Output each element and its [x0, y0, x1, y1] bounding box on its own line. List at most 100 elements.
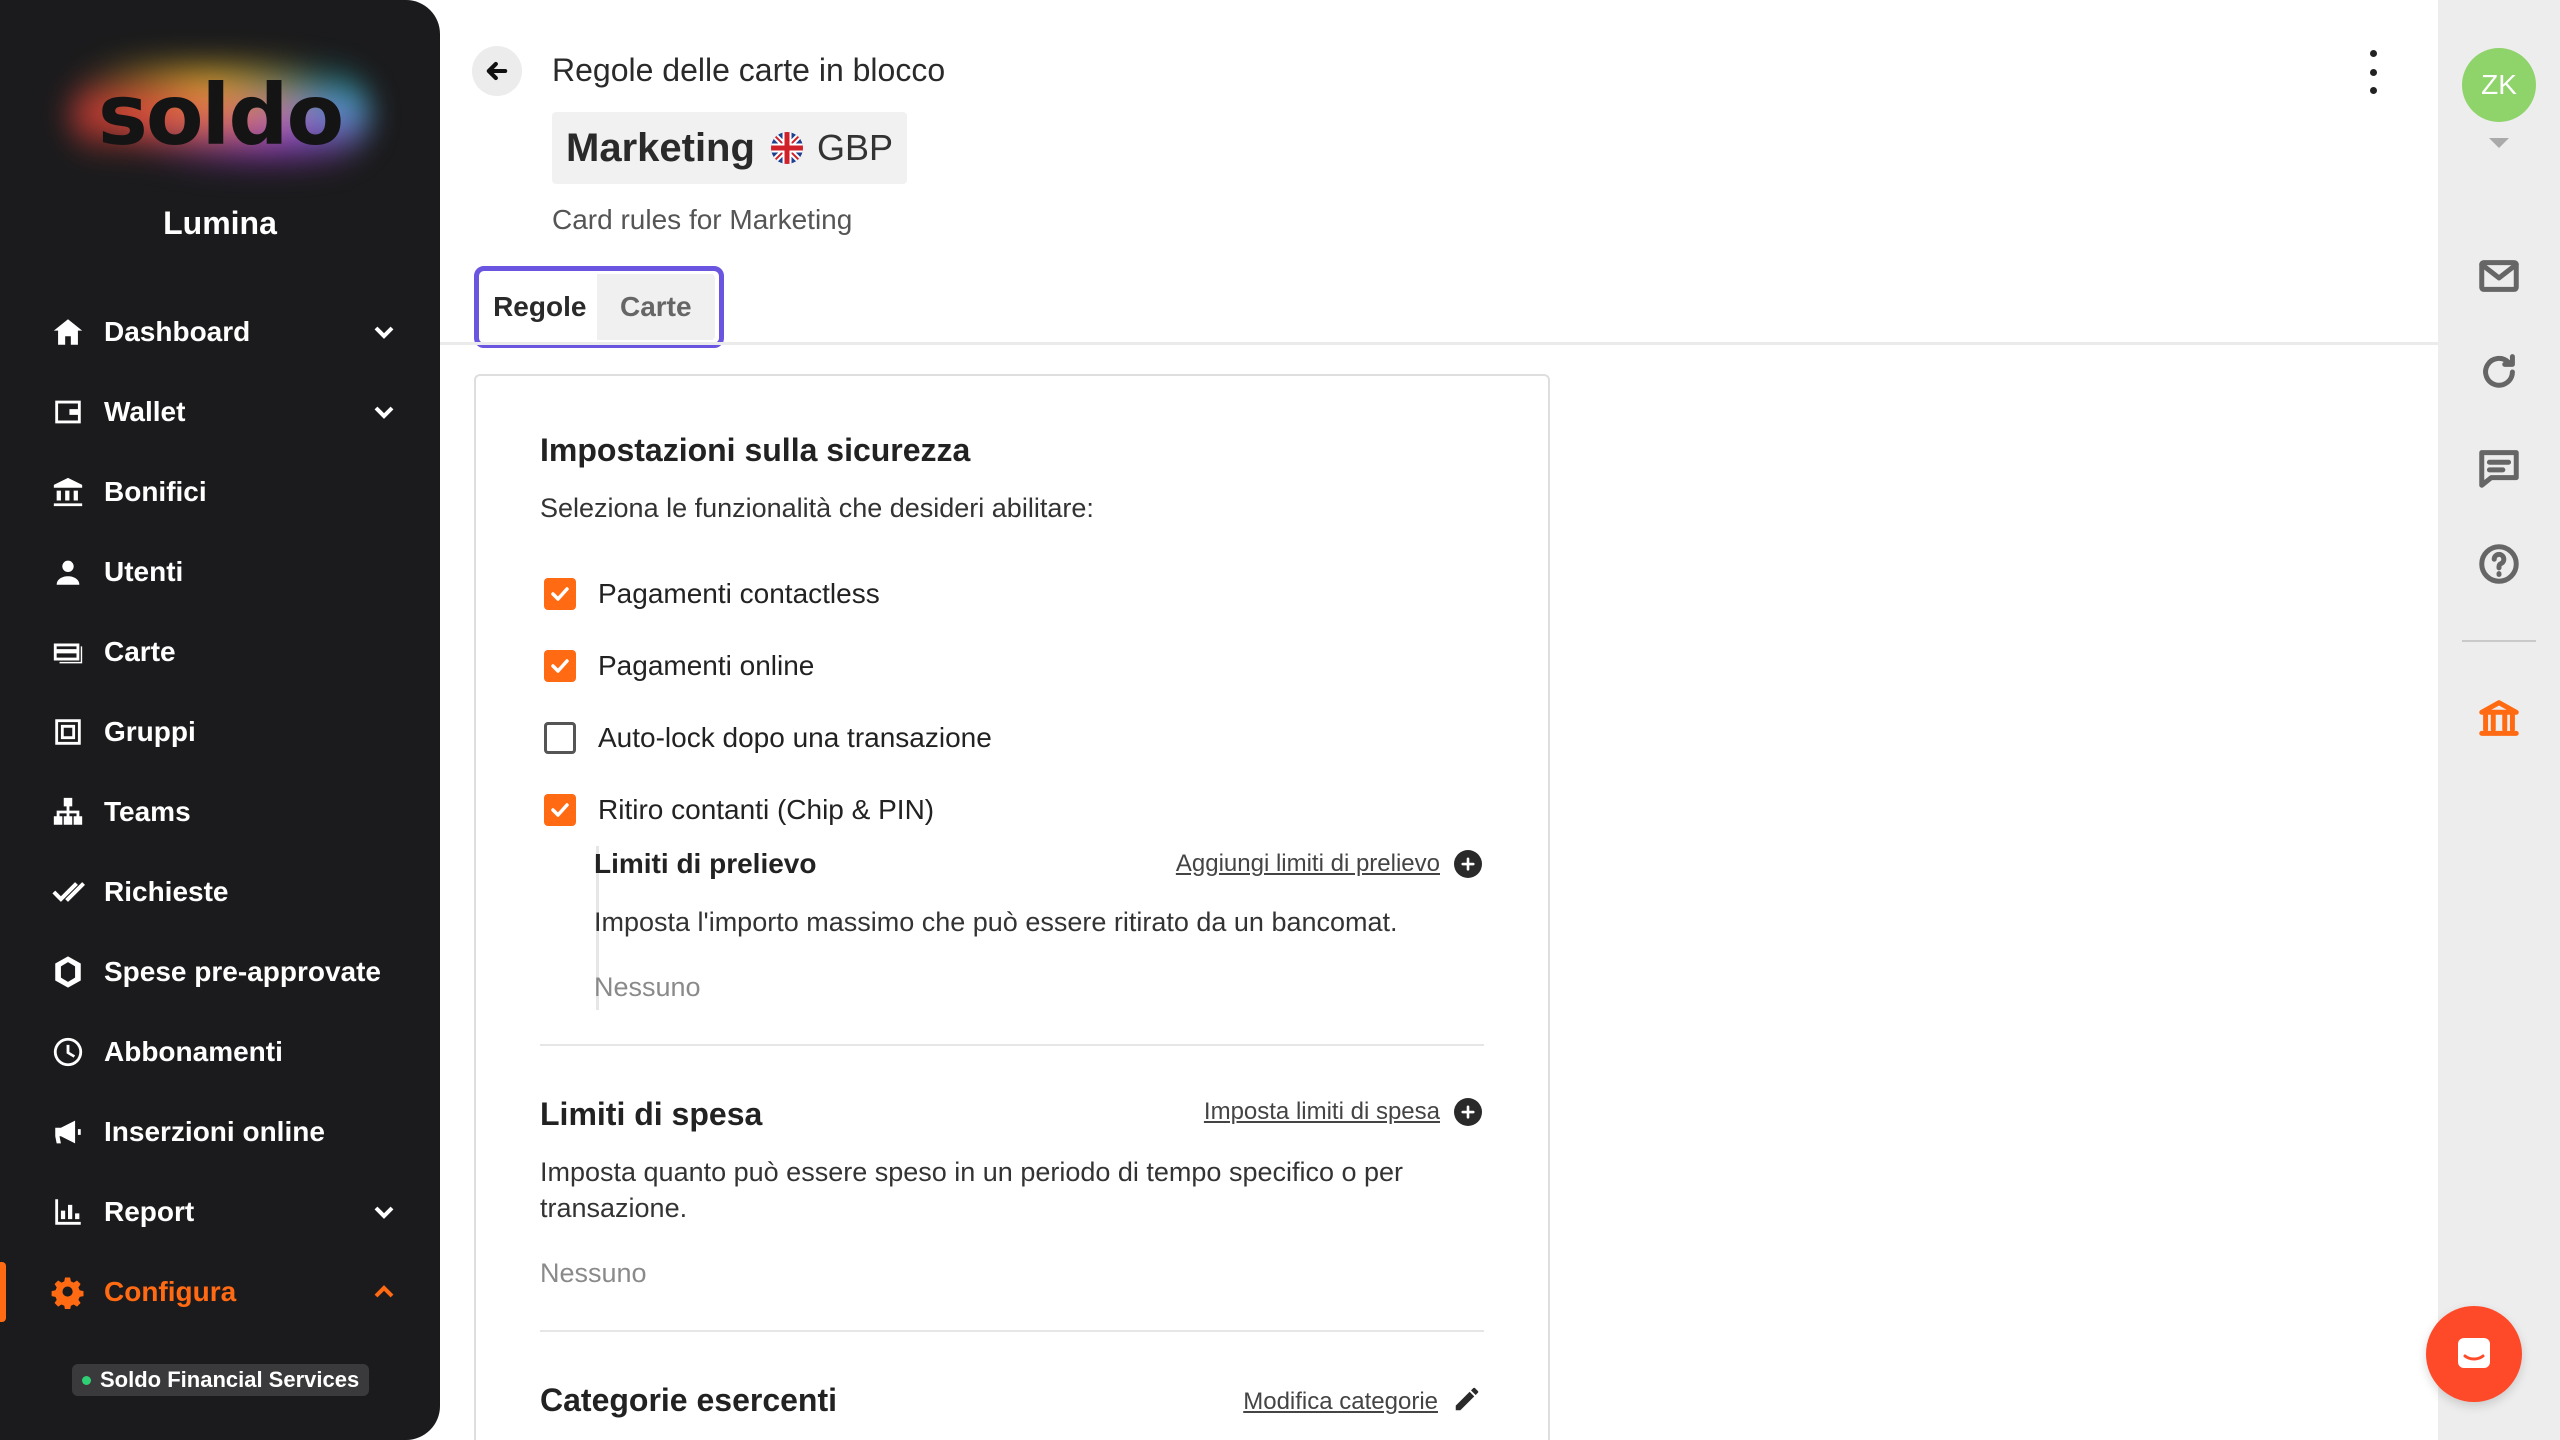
option-cash-withdrawal[interactable]: Ritiro contanti (Chip & PIN) [544, 790, 934, 830]
security-settings-title: Impostazioni sulla sicurezza [540, 432, 971, 468]
sidebar-item-label: Bonifici [104, 476, 207, 507]
withdrawal-limits-title: Limiti di prelievo [594, 848, 817, 879]
arrow-left-icon [486, 61, 508, 81]
wallet-icon [50, 394, 86, 430]
spend-limits-description: Imposta quanto può essere speso in un pe… [540, 1157, 1404, 1223]
messenger-icon [2458, 1338, 2490, 1368]
check-icon [551, 587, 569, 601]
main-content: Regole delle carte in blocco Marketing G… [440, 0, 2438, 1440]
check-icon [551, 659, 569, 673]
sidebar-item-bonifici[interactable]: Bonifici [0, 452, 440, 532]
chevron-down-icon[interactable] [368, 1196, 400, 1228]
sidebar-item-inserzioni-online[interactable]: Inserzioni online [0, 1092, 440, 1172]
sidebar-item-label: Spese pre-approvate [104, 956, 381, 987]
option-label: Ritiro contanti (Chip & PIN) [598, 794, 935, 825]
option-auto-lock[interactable]: Auto-lock dopo una transazione [544, 718, 992, 758]
card-icon [50, 634, 86, 670]
tab-bar: Regole Carte [474, 266, 724, 348]
add-withdrawal-limits-link[interactable]: Aggiungi limiti di prelievo [1176, 850, 1482, 878]
sidebar-item-label: Report [104, 1196, 195, 1227]
spend-limits-value: Nessuno [540, 1258, 647, 1288]
shield-icon [50, 954, 86, 990]
chat-icon[interactable] [2475, 444, 2523, 492]
sidebar-item-utenti[interactable]: Utenti [0, 532, 440, 612]
chevron-down-icon[interactable] [368, 396, 400, 428]
checkbox-checked[interactable] [544, 650, 576, 682]
entity-name: Marketing [566, 125, 755, 170]
tab-carte[interactable]: Carte [596, 274, 715, 340]
sidebar-item-label: Configura [104, 1276, 237, 1307]
gear-icon [50, 1274, 86, 1310]
set-spend-limits-text[interactable]: Imposta limiti di spesa [1204, 1098, 1440, 1126]
rail-divider [2462, 640, 2536, 642]
sidebar-item-label: Inserzioni online [104, 1116, 325, 1147]
section-divider [540, 1044, 1484, 1046]
sidebar-item-label: Carte [104, 636, 176, 667]
pencil-icon[interactable] [1452, 1384, 1482, 1419]
option-online-payments[interactable]: Pagamenti online [544, 646, 814, 686]
dot-icon [2369, 87, 2377, 94]
refresh-icon[interactable] [2475, 348, 2523, 396]
chevron-down-icon[interactable] [368, 316, 400, 348]
checkbox-checked[interactable] [544, 578, 576, 610]
entity-chip: Marketing GBP [552, 112, 907, 184]
user-icon [50, 554, 86, 590]
chevron-up-icon[interactable] [368, 1276, 400, 1308]
sidebar-item-label: Utenti [104, 556, 184, 587]
page-title: Regole delle carte in blocco [552, 52, 946, 88]
plus-circle-icon[interactable] [1454, 850, 1482, 878]
checkbox-unchecked[interactable] [544, 722, 576, 754]
mail-icon[interactable] [2475, 252, 2523, 300]
sidebar-item-label: Abbonamenti [104, 1036, 283, 1067]
support-chat-button[interactable] [2426, 1306, 2522, 1402]
sidebar-item-label: Teams [104, 796, 191, 827]
groups-icon [50, 714, 86, 750]
withdrawal-limits-description: Imposta l'importo massimo che può essere… [594, 907, 1398, 937]
help-icon[interactable] [2475, 540, 2523, 588]
sidebar-item-label: Dashboard [104, 316, 251, 347]
add-withdrawal-limits-text[interactable]: Aggiungi limiti di prelievo [1176, 850, 1440, 878]
sidebar-item-dashboard[interactable]: Dashboard [0, 292, 440, 372]
sidebar-item-report[interactable]: Report [0, 1172, 440, 1252]
withdrawal-limits-value: Nessuno [594, 972, 701, 1002]
page-subtitle: Card rules for Marketing [552, 204, 853, 235]
security-settings-description: Seleziona le funzionalità che desideri a… [540, 493, 1094, 523]
sidebar-item-gruppi[interactable]: Gruppi [0, 692, 440, 772]
dot-icon [2369, 50, 2377, 57]
option-contactless[interactable]: Pagamenti contactless [544, 574, 880, 614]
tab-regole[interactable]: Regole [483, 274, 597, 340]
edit-categories-text[interactable]: Modifica categorie [1243, 1388, 1438, 1416]
uk-flag-icon [770, 132, 803, 164]
sidebar-item-configura[interactable]: Configura [0, 1252, 440, 1332]
user-avatar[interactable]: ZK [2462, 48, 2536, 122]
plus-circle-icon[interactable] [1454, 1098, 1482, 1126]
logo-text: soldo [97, 66, 344, 164]
spend-limits-title: Limiti di spesa [540, 1096, 763, 1132]
option-label: Auto-lock dopo una transazione [598, 722, 992, 753]
section-divider [540, 1330, 1484, 1332]
sidebar-item-abbonamenti[interactable]: Abbonamenti [0, 1012, 440, 1092]
sidebar-item-label: Gruppi [104, 716, 196, 747]
check-icon [551, 803, 569, 817]
sidebar-item-teams[interactable]: Teams [0, 772, 440, 852]
back-button[interactable] [472, 46, 522, 96]
checkbox-checked[interactable] [544, 794, 576, 826]
sidebar: soldo Lumina Dashboard Wallet Bonifici U… [0, 0, 440, 1440]
double-check-icon [50, 874, 86, 910]
merchant-categories-title: Categorie esercenti [540, 1382, 838, 1418]
sidebar-item-richieste[interactable]: Richieste [0, 852, 440, 932]
rules-card: Impostazioni sulla sicurezza Seleziona l… [474, 374, 1550, 1440]
soldo-logo[interactable]: soldo [0, 60, 440, 170]
chart-icon [50, 1194, 86, 1230]
more-options-button[interactable] [2358, 50, 2388, 94]
caret-down-icon[interactable] [2489, 138, 2509, 148]
sidebar-item-spese-pre-approvate[interactable]: Spese pre-approvate [0, 932, 440, 1012]
set-spend-limits-link[interactable]: Imposta limiti di spesa [1204, 1098, 1482, 1126]
bank-icon[interactable] [2475, 694, 2523, 742]
sidebar-item-carte[interactable]: Carte [0, 612, 440, 692]
clock-icon [50, 1034, 86, 1070]
teams-icon [50, 794, 86, 830]
sidebar-item-wallet[interactable]: Wallet [0, 372, 440, 452]
dot-icon [2369, 68, 2377, 76]
edit-categories-link[interactable]: Modifica categorie [1243, 1384, 1482, 1419]
